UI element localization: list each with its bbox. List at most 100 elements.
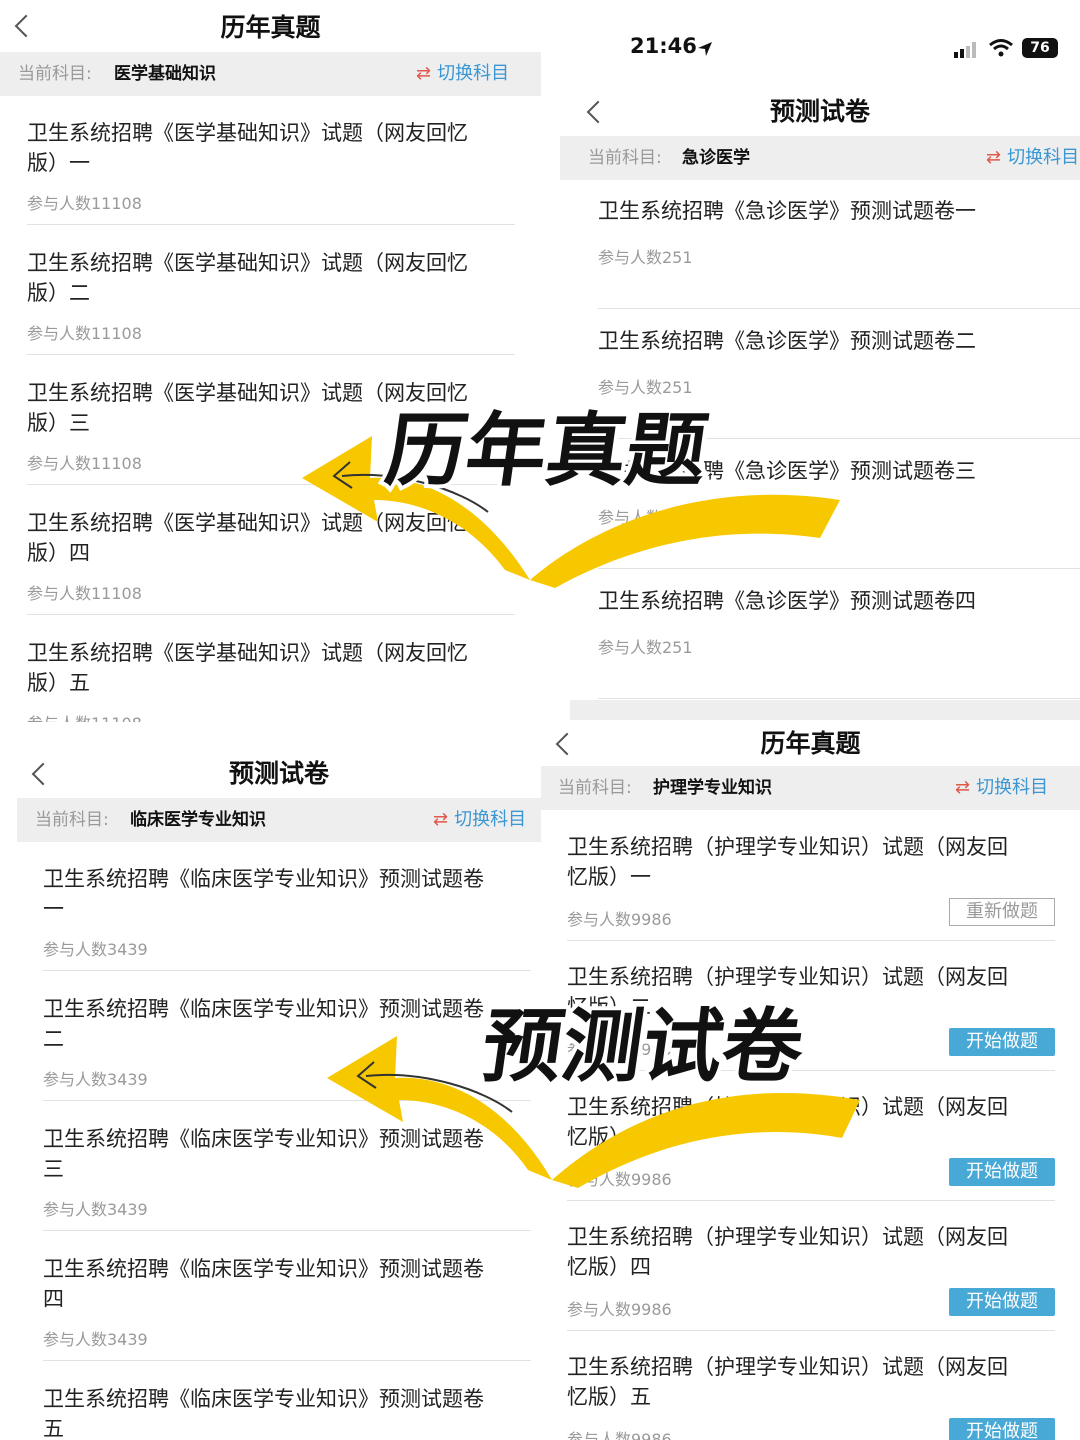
location-arrow-icon — [698, 42, 712, 56]
item-count: 参与人数251 — [598, 508, 693, 527]
item-title: 卫生系统招聘《临床医学专业知识》预测试题卷三 — [43, 1127, 484, 1181]
page-title: 历年真题 — [760, 729, 861, 758]
item-count: 参与人数11108 — [27, 454, 142, 473]
item-count: 参与人数3439 — [43, 1070, 148, 1089]
switch-subject-label: 切换科目 — [454, 809, 527, 830]
list-item[interactable]: 卫生系统招聘（护理学专业知识）试题（网友回忆版）二 参与人数9986 开始做题 — [567, 962, 1055, 1071]
panel-clinical-medicine: 预测试卷 当前科目: 临床医学专业知识 ⇄ 切换科目 卫生系统招聘《临床医学专业知… — [17, 740, 541, 1440]
list-item[interactable]: 卫生系统招聘《临床医学专业知识》预测试题卷三 参与人数3439 — [43, 1124, 531, 1231]
list-item[interactable]: 卫生系统招聘《急诊医学》预测试题卷三 参与人数251 — [598, 456, 1080, 569]
switch-subject-label: 切换科目 — [437, 63, 510, 84]
item-title: 卫生系统招聘《医学基础知识》试题（网友回忆版）二 — [27, 251, 468, 305]
swap-icon: ⇄ — [986, 147, 1002, 168]
item-count: 参与人数251 — [598, 378, 693, 397]
item-title: 卫生系统招聘（护理学专业知识）试题（网友回忆版）三 — [567, 1095, 1008, 1149]
switch-subject-button[interactable]: ⇄ 切换科目 — [986, 136, 1079, 180]
battery-level: 76 — [1030, 40, 1050, 56]
panel-nursing: 历年真题 当前科目: 护理学专业知识 ⇄ 切换科目 卫生系统招聘（护理学专业知识）… — [541, 720, 1080, 1440]
subject-bar: 当前科目: 急诊医学 ⇄ 切换科目 — [560, 136, 1080, 180]
item-count: 参与人数3439 — [43, 940, 148, 959]
list-item[interactable]: 卫生系统招聘《临床医学专业知识》预测试题卷四 参与人数3439 — [43, 1254, 531, 1361]
subject-label: 当前科目: — [35, 810, 109, 830]
start-button[interactable]: 开始做题 — [949, 1028, 1055, 1056]
panel-medical-basics: 历年真题 当前科目: 医学基础知识 ⇄ 切换科目 卫生系统招聘《医学基础知识》试题… — [0, 0, 541, 722]
signal-icon — [954, 42, 976, 58]
item-title: 卫生系统招聘《医学基础知识》试题（网友回忆版）五 — [27, 641, 468, 695]
subject-bar: 当前科目: 护理学专业知识 ⇄ 切换科目 — [541, 766, 1080, 810]
subject-bar: 当前科目: 医学基础知识 ⇄ 切换科目 — [0, 52, 541, 96]
list-item[interactable]: 卫生系统招聘《临床医学专业知识》预测试题卷五 — [43, 1384, 531, 1440]
list-item[interactable]: 卫生系统招聘《急诊医学》预测试题卷四 参与人数251 — [598, 586, 1080, 699]
subject-label: 当前科目: — [558, 778, 632, 798]
item-title: 卫生系统招聘《医学基础知识》试题（网友回忆版）一 — [27, 121, 468, 175]
switch-subject-button[interactable]: ⇄ 切换科目 — [433, 798, 526, 842]
item-title: 卫生系统招聘《急诊医学》预测试题卷三 — [598, 459, 976, 483]
battery-icon: 76 — [1022, 38, 1058, 58]
switch-subject-button[interactable]: ⇄ 切换科目 — [416, 52, 509, 96]
list-item[interactable]: 卫生系统招聘《急诊医学》预测试题卷二 参与人数251 — [598, 326, 1080, 439]
swap-icon: ⇄ — [433, 809, 449, 830]
list-item[interactable]: 卫生系统招聘（护理学专业知识）试题（网友回忆版）三 参与人数9986 开始做题 — [567, 1092, 1055, 1201]
page-title: 历年真题 — [220, 13, 321, 42]
swap-icon: ⇄ — [955, 777, 971, 798]
item-count: 参与人数11108 — [27, 584, 142, 603]
item-count: 参与人数251 — [598, 248, 693, 267]
page-title: 预测试卷 — [228, 759, 329, 788]
item-title: 卫生系统招聘《急诊医学》预测试题卷一 — [598, 199, 976, 223]
item-title: 卫生系统招聘《医学基础知识》试题（网友回忆版）三 — [27, 381, 468, 435]
switch-subject-button[interactable]: ⇄ 切换科目 — [955, 766, 1048, 810]
item-count: 参与人数11108 — [27, 324, 142, 343]
subject-value: 医学基础知识 — [114, 64, 216, 84]
item-count: 参与人数11108 — [27, 710, 142, 722]
subject-value: 急诊医学 — [682, 148, 750, 168]
item-count: 参与人数3439 — [43, 1330, 148, 1349]
item-title: 卫生系统招聘《医学基础知识》试题（网友回忆版）四 — [27, 511, 468, 565]
list-item[interactable]: 卫生系统招聘（护理学专业知识）试题（网友回忆版）一 参与人数9986 重新做题 — [567, 832, 1055, 941]
item-count: 参与人数9986 — [567, 1300, 672, 1319]
subject-bar: 当前科目: 临床医学专业知识 ⇄ 切换科目 — [17, 798, 541, 842]
list-item[interactable]: 卫生系统招聘《医学基础知识》试题（网友回忆版）三 参与人数11108 — [27, 378, 515, 485]
item-title: 卫生系统招聘《急诊医学》预测试题卷四 — [598, 589, 976, 613]
list-item[interactable]: 卫生系统招聘《医学基础知识》试题（网友回忆版）五 参与人数11108 — [27, 638, 515, 722]
list-item[interactable]: 卫生系统招聘《医学基础知识》试题（网友回忆版）一 参与人数11108 — [27, 118, 515, 225]
item-count: 参与人数251 — [598, 638, 693, 657]
item-title: 卫生系统招聘（护理学专业知识）试题（网友回忆版）五 — [567, 1355, 1008, 1409]
subject-label: 当前科目: — [18, 64, 92, 84]
list-item[interactable]: 卫生系统招聘《临床医学专业知识》预测试题卷一 参与人数3439 — [43, 864, 531, 971]
list-item[interactable]: 卫生系统招聘《医学基础知识》试题（网友回忆版）二 参与人数11108 — [27, 248, 515, 355]
item-count: 参与人数11108 — [27, 194, 142, 213]
item-title: 卫生系统招聘《临床医学专业知识》预测试题卷二 — [43, 997, 484, 1051]
item-title: 卫生系统招聘《临床医学专业知识》预测试题卷一 — [43, 867, 484, 921]
wifi-icon — [989, 39, 1013, 57]
item-title: 卫生系统招聘（护理学专业知识）试题（网友回忆版）二 — [567, 965, 1008, 1019]
item-count: 参与人数9986 — [567, 1430, 672, 1440]
switch-subject-label: 切换科目 — [976, 777, 1049, 798]
item-title: 卫生系统招聘《急诊医学》预测试题卷二 — [598, 329, 976, 353]
item-count: 参与人数3439 — [43, 1200, 148, 1219]
redo-button[interactable]: 重新做题 — [949, 898, 1055, 926]
page-title: 预测试卷 — [769, 97, 870, 126]
switch-subject-label: 切换科目 — [1007, 147, 1080, 168]
list-item[interactable]: 卫生系统招聘《医学基础知识》试题（网友回忆版）四 参与人数11108 — [27, 508, 515, 615]
item-count: 参与人数9986 — [567, 1170, 672, 1189]
swap-icon: ⇄ — [416, 63, 432, 84]
list-item[interactable]: 卫生系统招聘《临床医学专业知识》预测试题卷二 参与人数3439 — [43, 994, 531, 1101]
start-button[interactable]: 开始做题 — [949, 1418, 1055, 1440]
panel-emergency-medicine: 21:46 76 预测试卷 当前科目: 急诊医学 ⇄ 切换科目 卫生系统招聘《急诊… — [560, 0, 1080, 720]
status-time: 21:46 — [630, 34, 697, 58]
start-button[interactable]: 开始做题 — [949, 1288, 1055, 1316]
item-title: 卫生系统招聘（护理学专业知识）试题（网友回忆版）四 — [567, 1225, 1008, 1279]
subject-value: 护理学专业知识 — [653, 778, 772, 798]
panel-bottom-strip — [570, 700, 1080, 720]
item-count: 参与人数9986 — [567, 1040, 672, 1059]
item-title: 卫生系统招聘《临床医学专业知识》预测试题卷五 — [43, 1387, 484, 1440]
subject-label: 当前科目: — [588, 148, 662, 168]
list-item[interactable]: 卫生系统招聘《急诊医学》预测试题卷一 参与人数251 — [598, 196, 1080, 309]
item-title: 卫生系统招聘（护理学专业知识）试题（网友回忆版）一 — [567, 835, 1008, 889]
subject-value: 临床医学专业知识 — [130, 810, 266, 830]
item-title: 卫生系统招聘《临床医学专业知识》预测试题卷四 — [43, 1257, 484, 1311]
list-item[interactable]: 卫生系统招聘（护理学专业知识）试题（网友回忆版）五 参与人数9986 开始做题 — [567, 1352, 1055, 1440]
item-count: 参与人数9986 — [567, 910, 672, 929]
list-item[interactable]: 卫生系统招聘（护理学专业知识）试题（网友回忆版）四 参与人数9986 开始做题 — [567, 1222, 1055, 1331]
start-button[interactable]: 开始做题 — [949, 1158, 1055, 1186]
